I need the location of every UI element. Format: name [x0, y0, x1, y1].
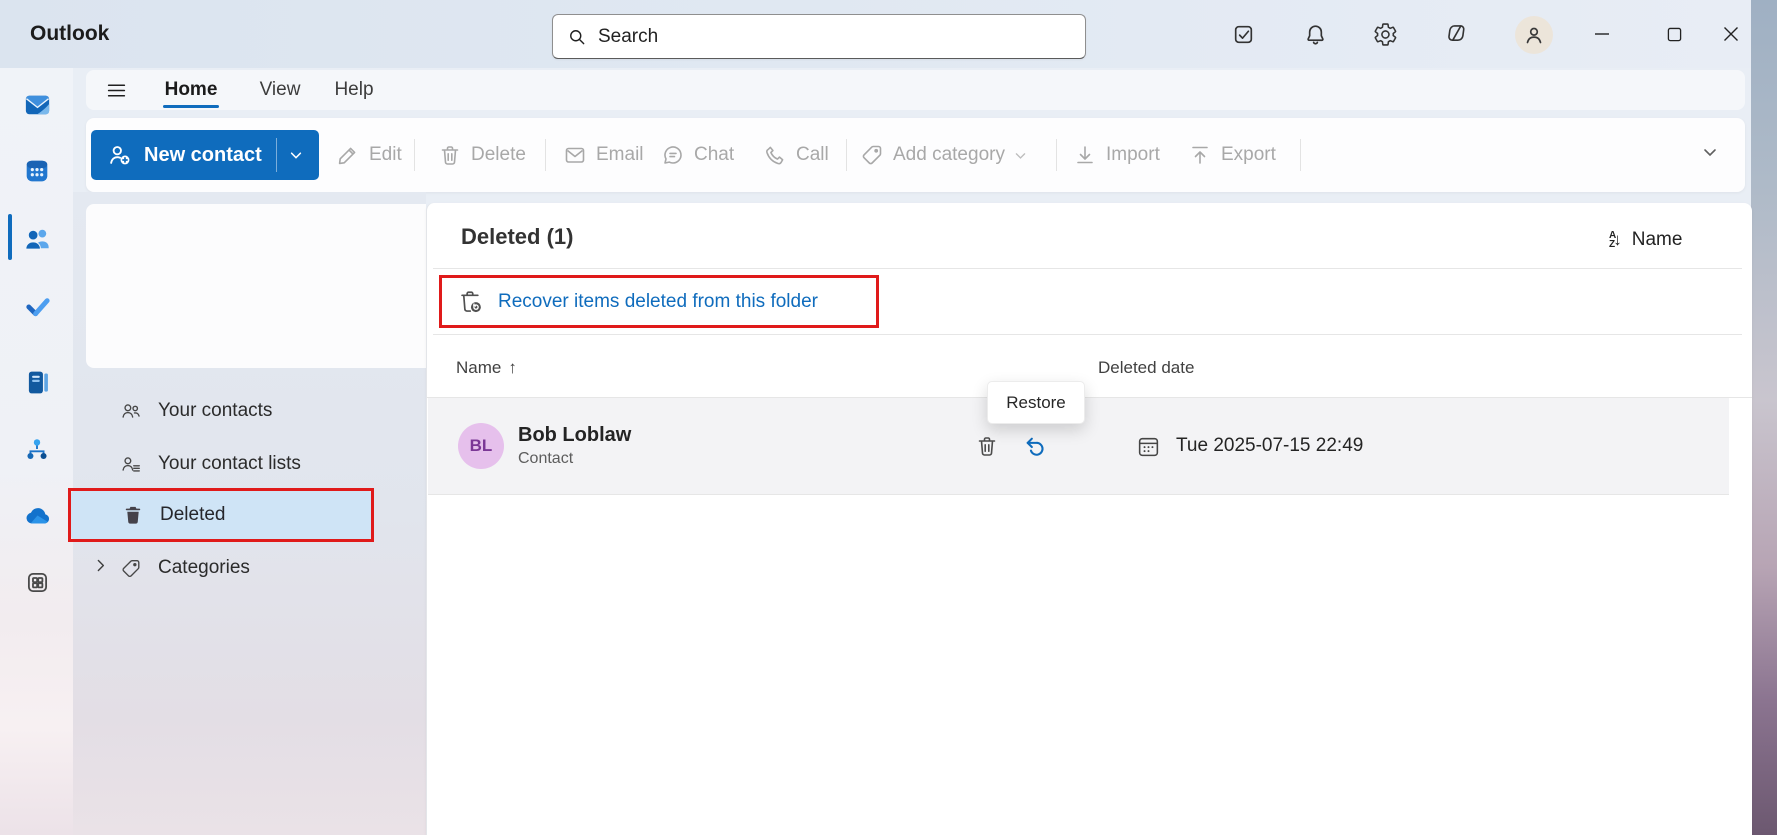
trash-filled-icon: [122, 504, 144, 526]
sort-button[interactable]: AZ ↓ Name: [1609, 225, 1682, 255]
pencil-icon: [336, 143, 360, 167]
contact-name: Bob Loblaw: [518, 424, 632, 446]
export-icon: [1188, 143, 1212, 167]
calendar-icon[interactable]: [21, 155, 53, 187]
recover-items-link[interactable]: Recover items deleted from this folder: [498, 291, 818, 313]
sidebar-item-your-contact-lists[interactable]: Your contact lists: [84, 440, 420, 488]
toolbar-divider: [545, 139, 546, 171]
minimize-button[interactable]: [1584, 15, 1620, 53]
recover-deleted-icon: [457, 288, 484, 315]
people-icon[interactable]: [21, 222, 53, 254]
contact-text: Bob Loblaw Contact: [518, 415, 631, 477]
new-contact-label: New contact: [144, 143, 262, 166]
tab-view[interactable]: View: [252, 70, 308, 110]
toolbar-divider: [1056, 139, 1057, 171]
avatar: BL: [458, 423, 504, 469]
toolbar-divider: [414, 139, 415, 171]
mail-icon[interactable]: [21, 88, 53, 120]
page-title: Deleted (1): [461, 224, 574, 249]
envelope-icon: [563, 143, 587, 167]
edit-button[interactable]: Edit: [336, 118, 402, 192]
toolbar-divider: [1300, 139, 1301, 171]
calendar-outline-icon: [1136, 434, 1161, 459]
annotation-box-recover: Recover items deleted from this folder: [439, 275, 879, 328]
tab-help[interactable]: Help: [328, 70, 380, 110]
sidebar-item-categories[interactable]: Categories: [84, 544, 420, 592]
org-chart-icon[interactable]: [21, 433, 53, 465]
tab-home[interactable]: Home: [160, 70, 222, 110]
notifications-icon[interactable]: [1296, 15, 1334, 53]
search-placeholder: Search: [598, 25, 659, 47]
app-rail: [0, 68, 73, 835]
divider: [433, 334, 1742, 335]
row-restore-button[interactable]: [1022, 433, 1048, 459]
divider: [433, 268, 1742, 269]
new-contact-dropdown[interactable]: [277, 130, 315, 180]
outlook-window: Outlook Search Home View Help New contac…: [0, 0, 1752, 835]
add-category-button[interactable]: Add category: [860, 118, 1027, 192]
screen: Outlook Search Home View Help New contac…: [0, 0, 1777, 835]
new-contact-main[interactable]: New contact: [91, 130, 276, 180]
desktop-wallpaper: [1751, 0, 1777, 835]
import-icon: [1073, 143, 1097, 167]
contact-kind: Contact: [518, 450, 574, 467]
phone-icon: [763, 143, 787, 167]
copilot-icon[interactable]: [1438, 15, 1476, 53]
folder-pane-top-panel: [86, 204, 426, 368]
search-input[interactable]: Search: [552, 14, 1086, 59]
onedrive-icon[interactable]: [21, 500, 53, 532]
notes-icon[interactable]: [1224, 15, 1262, 53]
titlebar: Outlook Search: [0, 0, 1751, 68]
journal-icon[interactable]: [21, 366, 53, 398]
trash-icon: [438, 143, 462, 167]
search-icon: [567, 27, 587, 47]
close-button[interactable]: [1713, 15, 1749, 53]
person-add-icon: [107, 142, 133, 168]
column-header-name[interactable]: Name ↑: [456, 358, 517, 378]
sort-ascending-icon: ↑: [508, 358, 517, 377]
sidebar-item-your-contacts[interactable]: Your contacts: [84, 387, 420, 435]
settings-icon[interactable]: [1366, 15, 1404, 53]
sort-az-icon: AZ ↓: [1609, 230, 1622, 250]
todo-icon[interactable]: [21, 289, 53, 321]
chat-bubble-icon: [661, 143, 685, 167]
sort-label: Name: [1631, 229, 1683, 250]
chat-button[interactable]: Chat: [661, 118, 734, 192]
import-button[interactable]: Import: [1073, 118, 1160, 192]
people-outline-icon: [120, 400, 142, 423]
hamburger-menu-icon[interactable]: [102, 77, 130, 103]
email-button[interactable]: Email: [563, 118, 644, 192]
ribbon-collapse-chevron[interactable]: [1702, 144, 1718, 160]
sidebar-item-deleted[interactable]: Deleted: [71, 491, 371, 539]
toolbar-divider: [846, 139, 847, 171]
tag-icon: [120, 557, 142, 580]
deleted-date-cell: Tue 2025-07-15 22:49: [1136, 398, 1363, 494]
deleted-items-panel: Deleted (1) AZ ↓ Name Recover items dele…: [426, 203, 1752, 835]
delete-button[interactable]: Delete: [438, 118, 526, 192]
call-button[interactable]: Call: [763, 118, 829, 192]
row-delete-button[interactable]: [974, 433, 1000, 459]
column-header-deleted-date[interactable]: Deleted date: [1098, 358, 1194, 378]
ribbon-tabs-bar: Home View Help: [86, 70, 1745, 110]
apps-grid-icon[interactable]: [21, 566, 53, 598]
tag-icon: [860, 143, 884, 167]
app-title: Outlook: [30, 22, 110, 45]
export-button[interactable]: Export: [1188, 118, 1276, 192]
ribbon-toolbar: New contact Edit Delete Email Chat Call …: [86, 118, 1745, 192]
account-avatar[interactable]: [1515, 16, 1553, 54]
new-contact-button[interactable]: New contact: [91, 130, 319, 180]
maximize-button[interactable]: [1656, 15, 1692, 53]
people-list-icon: [120, 453, 142, 476]
folder-pane: Your contacts Your contact lists Deleted…: [68, 192, 426, 835]
rail-selection-indicator: [8, 214, 12, 260]
restore-tooltip: Restore: [987, 381, 1085, 424]
chevron-right-icon[interactable]: [92, 557, 109, 574]
chevron-down-icon: [1014, 149, 1027, 162]
